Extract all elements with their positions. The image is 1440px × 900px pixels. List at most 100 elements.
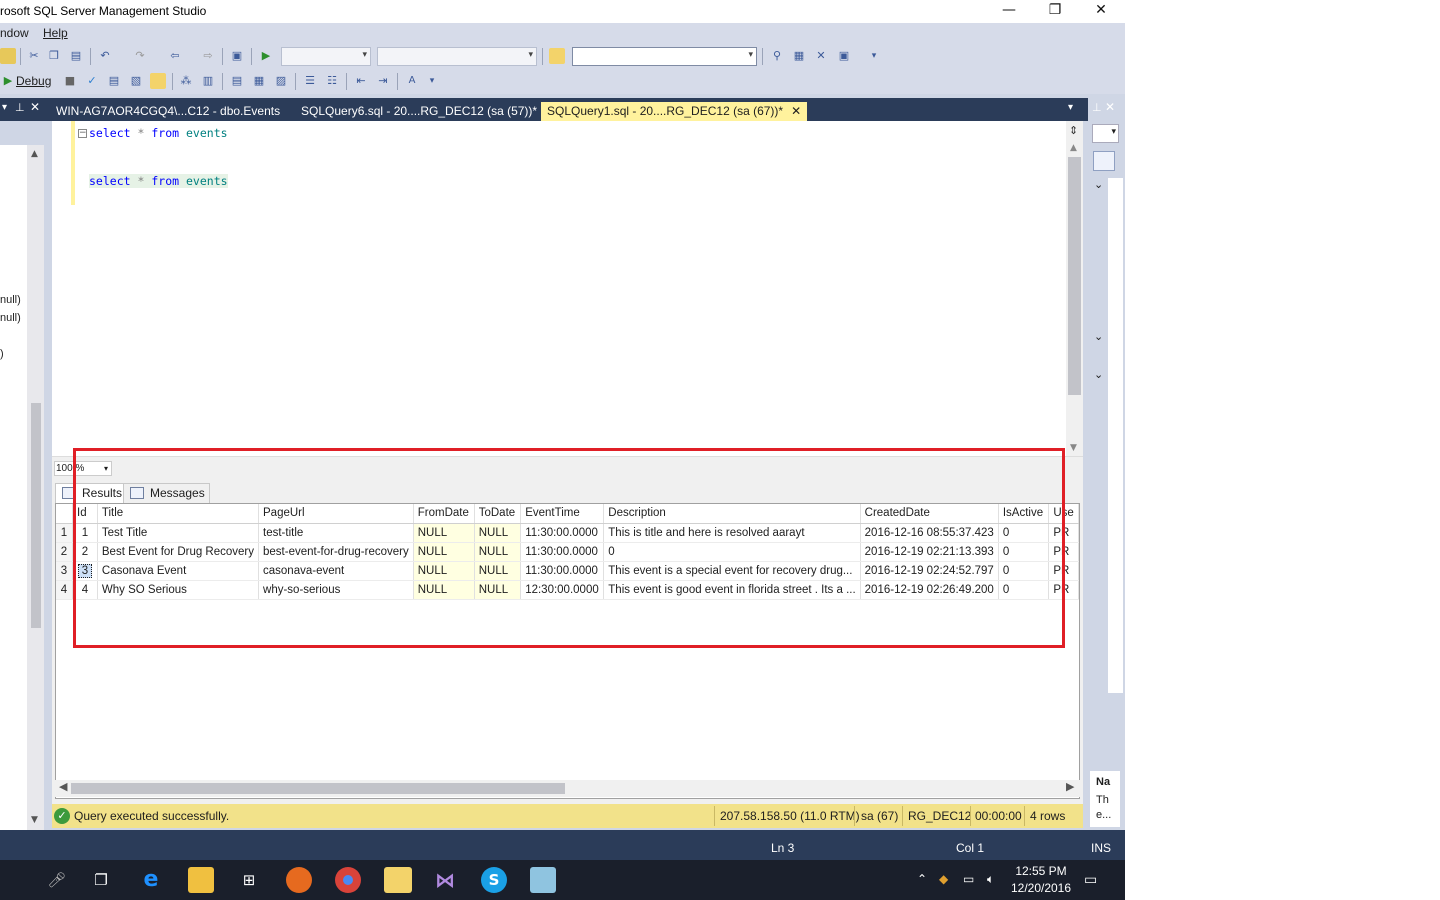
file-explorer-icon[interactable] <box>188 867 214 893</box>
row-number[interactable]: 1 <box>56 523 73 543</box>
action-center-icon[interactable]: ▭ <box>1084 872 1097 888</box>
cell-description[interactable]: This is title and here is resolved aaray… <box>603 523 861 543</box>
close-panel-icon[interactable]: ✕ <box>30 100 40 114</box>
results-to-text-icon[interactable]: ▤ <box>229 73 245 89</box>
scroll-left-icon[interactable]: ◀ <box>59 780 67 793</box>
properties-icon[interactable]: ▣ <box>836 48 852 64</box>
uncomment-icon[interactable]: ☷ <box>324 73 340 89</box>
close-button[interactable]: ✕ <box>1078 0 1124 22</box>
task-view-icon[interactable]: ❐ <box>88 867 114 893</box>
code-line-1[interactable]: select * from events <box>89 126 228 140</box>
chevron-down-icon[interactable]: ⌄ <box>1094 368 1103 381</box>
tab-sqlquery1[interactable]: SQLQuery1.sql - 20....RG_DEC12 (sa (67))… <box>541 102 808 121</box>
cell-description[interactable]: This event is good event in florida stre… <box>603 580 861 600</box>
cell-todate[interactable]: NULL <box>474 523 522 543</box>
menu-help[interactable]: Help <box>43 26 68 40</box>
column-header[interactable]: IsActive <box>998 504 1050 524</box>
tab-results[interactable]: Results <box>55 483 128 503</box>
menu-window[interactable]: ndow <box>0 26 29 40</box>
chrome-icon[interactable] <box>335 867 361 893</box>
categorized-view-icon[interactable] <box>1093 151 1115 171</box>
scroll-right-icon[interactable]: ▶ <box>1066 780 1074 793</box>
increase-indent-icon[interactable]: ⇥ <box>375 73 391 89</box>
navigate-forward-icon[interactable]: ⇨ <box>200 48 216 64</box>
cell-fromdate[interactable]: NULL <box>413 561 475 581</box>
query-designer-icon[interactable]: ▧ <box>128 73 144 89</box>
cell-use[interactable]: PR <box>1048 542 1079 562</box>
tab-list-dropdown-icon[interactable]: ▾ <box>1068 102 1073 113</box>
toolbar-overflow-icon[interactable]: ▾ <box>424 73 440 89</box>
cell-pageurl[interactable]: test-title <box>258 523 414 543</box>
visual-studio-icon[interactable]: ⋈ <box>432 867 458 893</box>
registered-servers-icon[interactable]: ⚲ <box>769 48 785 64</box>
cut-icon[interactable]: ✂ <box>26 48 42 64</box>
volume-muted-icon[interactable]: 🔈︎ <box>987 872 994 887</box>
scroll-thumb[interactable] <box>71 783 565 794</box>
find-combo[interactable]: ▾ <box>572 47 757 66</box>
cell-isactive[interactable]: 0 <box>998 542 1050 562</box>
navigate-back-icon[interactable]: ⇦ <box>167 48 183 64</box>
copy-icon[interactable]: ❐ <box>46 48 62 64</box>
chevron-down-icon[interactable]: ⌄ <box>1094 178 1103 191</box>
column-header[interactable]: Title <box>97 504 260 524</box>
cell-id[interactable]: 1 <box>72 523 98 543</box>
estimated-plan-icon[interactable]: ▤ <box>106 73 122 89</box>
new-query-icon[interactable] <box>0 48 16 64</box>
execute-icon[interactable]: ▶ <box>0 73 16 89</box>
tab-sqlquery6[interactable]: SQLQuery6.sql - 20....RG_DEC12 (sa (57))… <box>295 102 543 121</box>
cell-title[interactable]: Best Event for Drug Recovery <box>97 542 260 562</box>
cell-fromdate[interactable]: NULL <box>413 542 475 562</box>
activity-monitor-icon[interactable]: ▣ <box>229 48 245 64</box>
collapse-icon[interactable]: − <box>78 129 87 138</box>
open-file-icon[interactable] <box>549 48 565 64</box>
cell-createddate[interactable]: 2016-12-19 02:21:13.393 <box>860 542 999 562</box>
platform-dropdown[interactable]: ▾ <box>377 47 537 66</box>
cell-title[interactable]: Test Title <box>97 523 260 543</box>
column-header[interactable]: ToDate <box>474 504 522 524</box>
scroll-thumb[interactable] <box>1068 157 1081 395</box>
row-number[interactable]: 3 <box>56 561 73 581</box>
column-header[interactable]: Description <box>603 504 861 524</box>
firefox-icon[interactable] <box>286 867 312 893</box>
tab-dbo-events[interactable]: WIN-AG7AOR4CGQ4\...C12 - dbo.Events <box>50 102 286 121</box>
cell-title[interactable]: Casonava Event <box>97 561 260 581</box>
scroll-thumb[interactable] <box>31 403 41 628</box>
taskbar-clock[interactable]: 12:55 PM 12/20/2016 <box>1006 863 1076 897</box>
cell-isactive[interactable]: 0 <box>998 523 1050 543</box>
cell-pageurl[interactable]: casonava-event <box>258 561 414 581</box>
cell-pageurl[interactable]: why-so-serious <box>258 580 414 600</box>
toolbar-overflow-icon[interactable]: ▾ <box>866 48 882 64</box>
cancel-query-icon[interactable]: ■ <box>62 73 78 89</box>
table-row[interactable]: 2 2 Best Event for Drug Recovery best-ev… <box>56 542 1079 562</box>
results-to-file-alt-icon[interactable]: ▨ <box>273 73 289 89</box>
paste-icon[interactable]: ▤ <box>68 48 84 64</box>
cell-description[interactable]: 0 <box>603 542 861 562</box>
results-horizontal-scrollbar[interactable]: ◀ ▶ <box>55 780 1080 797</box>
store-icon[interactable]: ⊞ <box>236 867 262 893</box>
table-row[interactable]: 1 1 Test Title test-title NULL NULL 11:3… <box>56 523 1079 543</box>
comment-icon[interactable]: ☰ <box>302 73 318 89</box>
column-header[interactable]: Id <box>72 504 98 524</box>
cell-todate[interactable]: NULL <box>474 542 522 562</box>
include-plan-icon[interactable]: ⁂ <box>178 73 194 89</box>
cell-id[interactable]: 2 <box>72 542 98 562</box>
edge-icon[interactable]: e <box>138 867 164 893</box>
scroll-up-icon[interactable]: ▲ <box>1070 143 1077 153</box>
close-tab-icon[interactable]: ✕ <box>791 104 801 118</box>
code-line-3[interactable]: select * from events <box>89 174 228 188</box>
cell-todate[interactable]: NULL <box>474 580 522 600</box>
tools-icon[interactable]: ✕ <box>813 48 829 64</box>
object-explorer-icon[interactable]: ▦ <box>791 48 807 64</box>
microphone-icon[interactable]: 🎤︎ <box>44 867 70 893</box>
close-panel-icon[interactable]: ✕ <box>1105 100 1115 114</box>
notepad-icon[interactable] <box>530 867 556 893</box>
tray-app-icon[interactable]: ◆ <box>939 872 948 886</box>
cell-fromdate[interactable]: NULL <box>413 580 475 600</box>
pin-icon[interactable]: ⊥ <box>15 101 25 114</box>
scroll-down-icon[interactable]: ▼ <box>31 815 38 825</box>
cell-title[interactable]: Why SO Serious <box>97 580 260 600</box>
cell-pageurl[interactable]: best-event-for-drug-recovery <box>258 542 414 562</box>
split-icon[interactable]: ⇕ <box>1069 124 1078 137</box>
scroll-up-icon[interactable]: ▲ <box>31 149 38 159</box>
cell-eventtime[interactable]: 12:30:00.0000 <box>520 580 605 600</box>
